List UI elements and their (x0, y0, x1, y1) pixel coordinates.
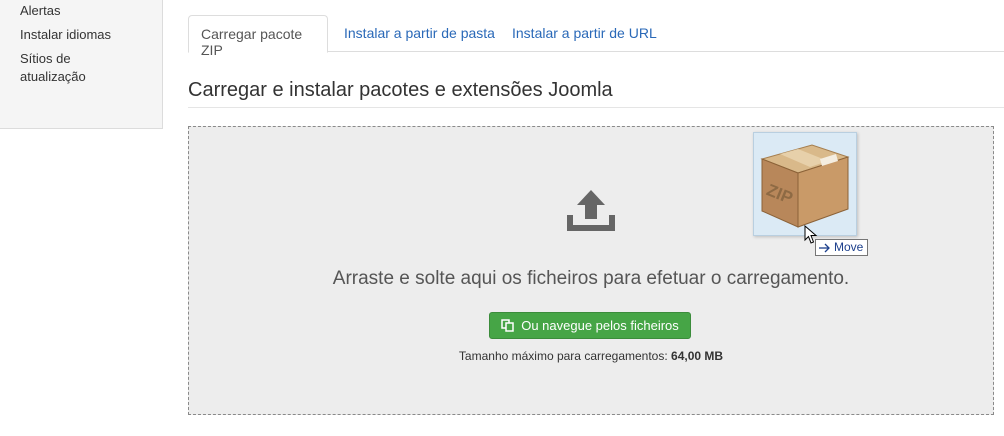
max-size-label: Tamanho máximo para carregamentos: (458, 349, 668, 363)
drag-move-tooltip: Move (815, 239, 869, 256)
install-tabs: Carregar pacote ZIP Instalar a partir de… (188, 15, 1004, 58)
dragged-file-preview: ZIP (753, 132, 857, 236)
tab-install-from-folder[interactable]: Instalar a partir de pasta (332, 15, 507, 52)
zip-package-icon: ZIP (760, 144, 850, 228)
sidebar-item-instalar-idiomas[interactable]: Instalar idiomas (20, 26, 111, 44)
move-label: Move (834, 240, 864, 254)
tab-install-from-url[interactable]: Instalar a partir de URL (500, 15, 669, 52)
tab-upload-zip[interactable]: Carregar pacote ZIP (188, 15, 328, 58)
sidebar: Alertas Instalar idiomas Sítios de atual… (0, 0, 163, 129)
max-size-value: 64,00 MB (671, 349, 724, 363)
sidebar-item-alertas[interactable]: Alertas (20, 2, 60, 20)
drop-message: Arraste e solte aqui os ficheiros para e… (332, 268, 850, 289)
copy-files-icon (501, 319, 514, 332)
upload-icon (567, 190, 615, 231)
upload-dropzone[interactable]: Arraste e solte aqui os ficheiros para e… (188, 126, 994, 415)
sidebar-item-sitios-atualizacao[interactable]: Sítios de atualização (20, 50, 120, 86)
max-upload-size: Tamanho máximo para carregamentos: 64,00… (189, 349, 993, 363)
browse-files-label: Ou navegue pelos ficheiros (521, 318, 679, 333)
title-divider (188, 107, 1004, 108)
arrow-right-icon (819, 243, 830, 252)
browse-files-button[interactable]: Ou navegue pelos ficheiros (489, 312, 691, 339)
page-title: Carregar e instalar pacotes e extensões … (188, 79, 613, 101)
